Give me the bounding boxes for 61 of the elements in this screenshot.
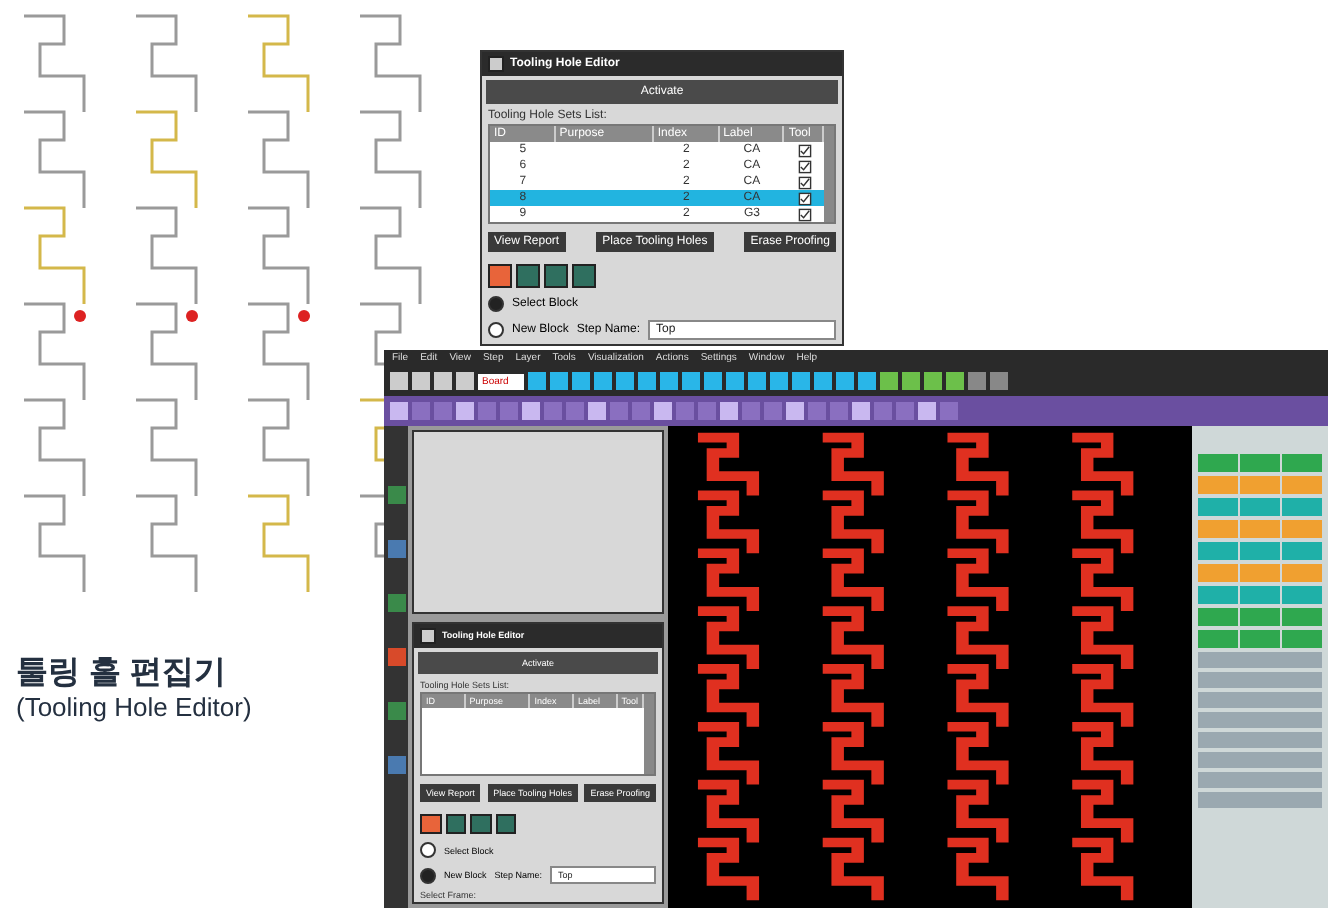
tool-icon[interactable] <box>470 813 491 834</box>
layer-color-cell[interactable] <box>1282 564 1322 582</box>
layer-row[interactable] <box>1198 672 1322 688</box>
sidebar-icon[interactable] <box>387 756 405 774</box>
layer-row[interactable] <box>1198 772 1322 788</box>
layer-row[interactable] <box>1198 712 1322 728</box>
checked-box-icon[interactable] <box>797 143 812 157</box>
sidebar-icon[interactable] <box>387 486 405 504</box>
checked-box-icon[interactable] <box>797 191 812 205</box>
layer-color-cell[interactable] <box>1240 630 1280 648</box>
layer-color-cell[interactable] <box>1240 586 1280 604</box>
layer-color-cell[interactable] <box>1198 564 1238 582</box>
layer-color-cell[interactable] <box>1198 542 1238 560</box>
radio-button[interactable] <box>420 867 436 883</box>
layer-row[interactable] <box>1198 692 1322 708</box>
layer-color-cell[interactable] <box>1240 564 1280 582</box>
layer-color-cell[interactable] <box>1240 498 1280 516</box>
layer-color-cell[interactable] <box>1282 608 1322 626</box>
layer-color-cell[interactable] <box>1198 498 1238 516</box>
checked-box-icon[interactable] <box>797 159 812 173</box>
tool-icon[interactable] <box>445 813 466 834</box>
layer-row[interactable] <box>1198 792 1322 808</box>
layer-color-cell[interactable] <box>1198 520 1238 538</box>
layer-row[interactable] <box>1198 652 1322 668</box>
layer-color-cell[interactable] <box>1282 542 1322 560</box>
scrollbar[interactable] <box>644 693 654 773</box>
radio-button[interactable] <box>420 842 436 858</box>
layer-color-cell[interactable] <box>1198 476 1238 494</box>
layer-color-cell[interactable] <box>1198 586 1238 604</box>
layer-color-cell[interactable] <box>1282 586 1322 604</box>
layer-color-cell[interactable] <box>1240 454 1280 472</box>
sidebar-icon[interactable] <box>387 648 405 666</box>
app-icon <box>420 627 436 643</box>
layer-color-cell[interactable] <box>1240 608 1280 626</box>
checked-box-icon[interactable] <box>797 207 812 221</box>
tool-icon[interactable] <box>420 813 441 834</box>
caption-title: 툴링 홀 편집기 <box>16 654 228 694</box>
layer-color-cell[interactable] <box>1240 520 1280 538</box>
layer-color-cell[interactable] <box>1198 454 1238 472</box>
app-icon <box>488 56 504 72</box>
layer-row[interactable] <box>1198 732 1322 748</box>
layer-color-cell[interactable] <box>1282 476 1322 494</box>
sidebar-icon[interactable] <box>387 702 405 720</box>
sidebar-icon[interactable] <box>387 540 405 558</box>
tool-icon[interactable] <box>488 264 512 288</box>
layer-color-cell[interactable] <box>1198 608 1238 626</box>
caption-subtitle: (Tooling Hole Editor) <box>16 694 254 724</box>
layer-color-cell[interactable] <box>1282 520 1322 538</box>
scrollbar[interactable] <box>824 126 834 222</box>
layer-row[interactable] <box>1198 752 1322 768</box>
layer-color-cell[interactable] <box>1282 454 1322 472</box>
sidebar-icon[interactable] <box>387 594 405 612</box>
tool-icon[interactable] <box>495 813 516 834</box>
layer-color-cell[interactable] <box>1240 542 1280 560</box>
layer-color-cell[interactable] <box>1282 498 1322 516</box>
checked-box-icon[interactable] <box>797 175 812 189</box>
radio-button[interactable] <box>488 296 504 312</box>
layer-color-cell[interactable] <box>1282 630 1322 648</box>
layer-color-cell[interactable] <box>1240 476 1280 494</box>
radio-button[interactable] <box>488 322 504 338</box>
layer-color-cell[interactable] <box>1198 630 1238 648</box>
